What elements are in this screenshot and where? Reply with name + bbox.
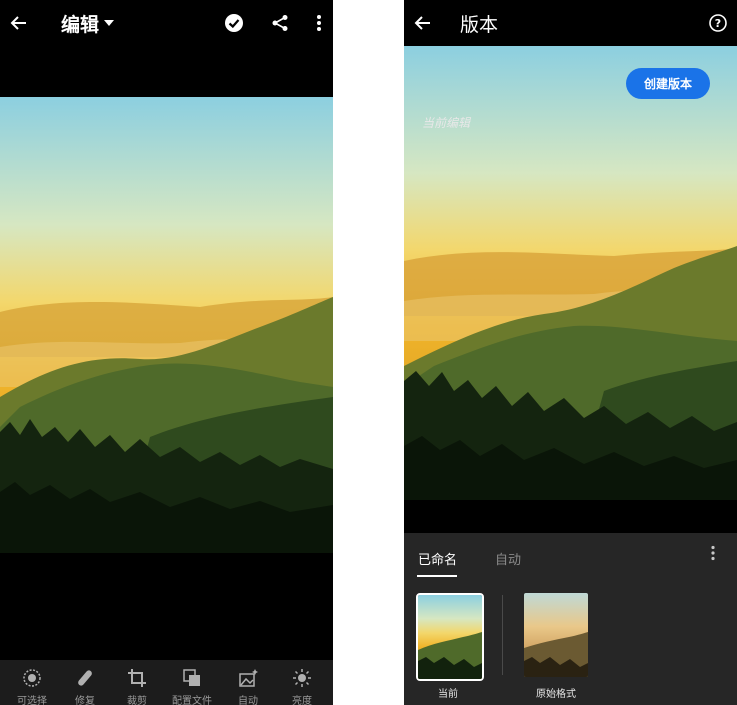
tab-named[interactable]: 已命名 [418,549,457,568]
dropdown-triangle-icon[interactable] [102,16,116,30]
healing-icon [74,668,96,688]
tool-label: 配置文件 [172,696,212,705]
version-thumbnail-current[interactable] [416,593,484,681]
current-edit-label: 当前编辑 [422,116,471,130]
divider [502,595,503,675]
tool-label: 可选择 [17,696,47,705]
tool-healing[interactable]: 修复 [57,660,113,705]
versions-title: 版本 [460,14,499,36]
version-label-original: 原始格式 [536,689,576,700]
tool-selective[interactable]: 可选择 [4,660,60,705]
tool-label: 亮度 [292,696,312,705]
more-options-icon[interactable] [704,543,722,563]
profiles-icon [181,668,203,688]
tab-active-indicator [417,575,457,577]
help-icon[interactable]: ? [707,12,729,34]
edit-mode-title[interactable]: 编辑 [61,10,99,37]
tool-crop[interactable]: 裁剪 [109,660,165,705]
tool-light[interactable]: 亮度 [274,660,330,705]
tool-label: 自动 [238,696,258,705]
selective-icon [21,668,43,688]
versions-top-bar: 版本 ? [404,0,737,46]
versions-panel: 已命名 自动 当前 原始格式 [404,533,737,705]
auto-icon [237,668,259,688]
tab-auto[interactable]: 自动 [495,549,521,568]
tool-profiles[interactable]: 配置文件 [164,660,220,705]
svg-text:?: ? [715,17,721,30]
edit-toolbar: 可选择 修复 裁剪 配置文件 自动 亮度 [0,660,333,705]
tool-label: 裁剪 [127,696,147,705]
more-options-icon[interactable] [309,11,329,35]
checkmark-icon[interactable] [222,11,246,35]
version-thumbnail-original[interactable] [524,593,588,677]
back-arrow-icon[interactable] [6,10,32,36]
create-version-button[interactable]: 创建版本 [626,68,710,99]
version-label-current: 当前 [438,689,458,700]
edit-top-bar: 编辑 [0,0,333,46]
edit-screen: 编辑 可选择 修复 裁剪 配置文件 自动 亮度 [0,0,333,705]
crop-icon [126,668,148,688]
photo-preview [0,97,333,553]
share-icon[interactable] [268,11,292,35]
light-icon [291,668,313,688]
tool-auto[interactable]: 自动 [220,660,276,705]
tool-label: 修复 [75,696,95,705]
versions-screen: 版本 ? 当前编辑 创建版本 已命名 自动 当前 原始格式 [404,0,737,705]
version-photo-preview: 当前编辑 创建版本 [404,46,737,500]
back-arrow-icon[interactable] [410,10,436,36]
